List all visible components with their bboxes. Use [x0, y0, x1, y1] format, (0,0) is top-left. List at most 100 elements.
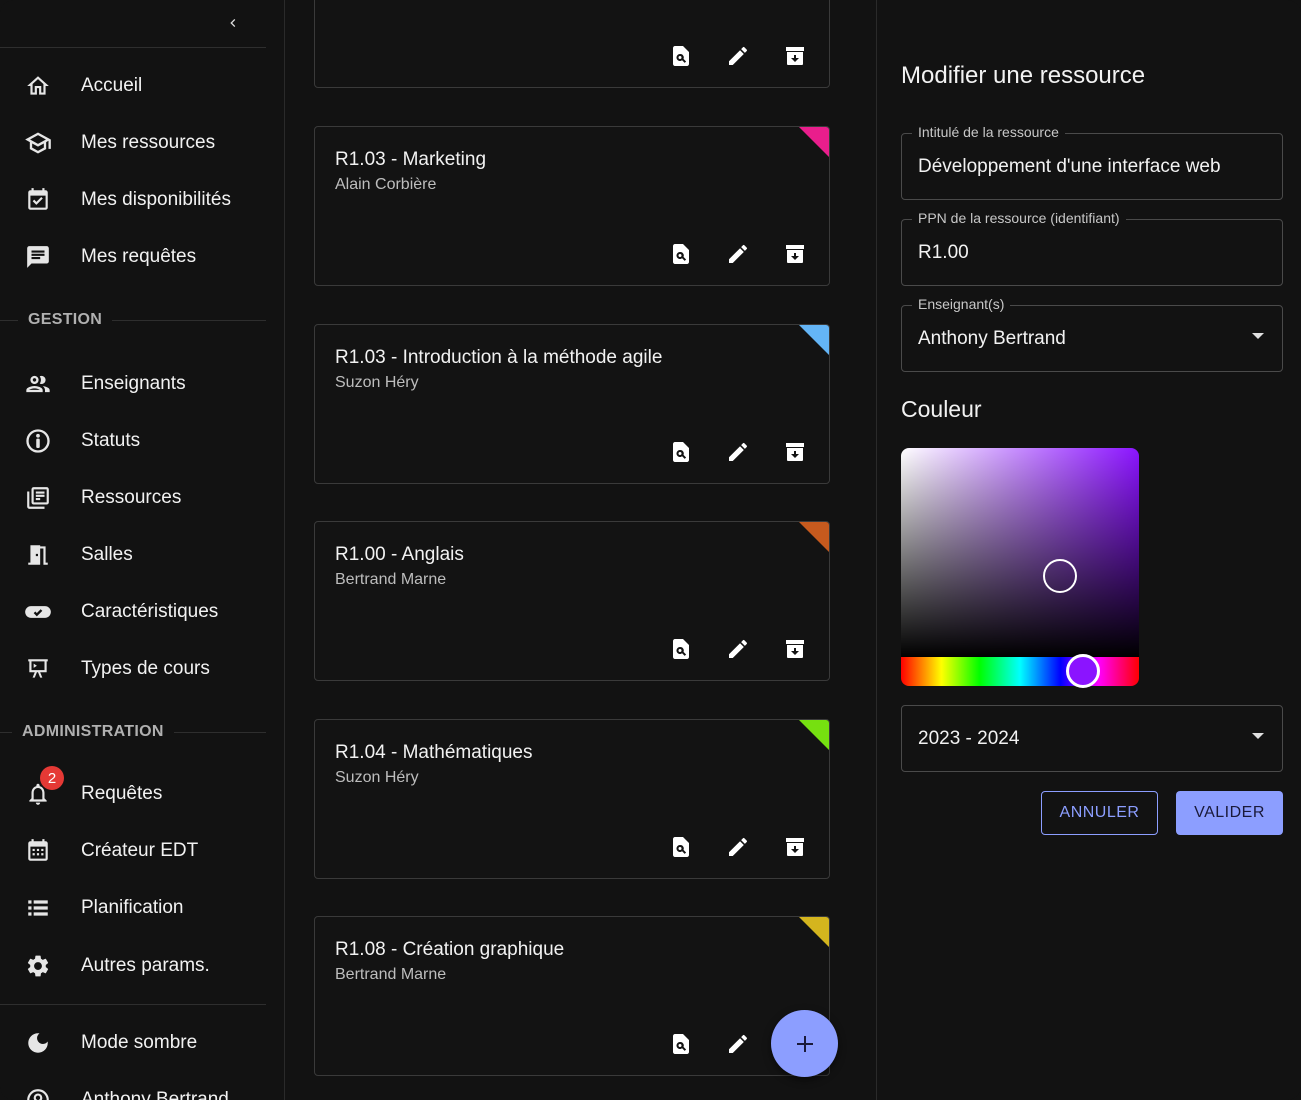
school-icon [24, 129, 52, 157]
cancel-button[interactable]: ANNULER [1041, 791, 1158, 835]
archive-icon [786, 838, 804, 856]
app-window: Accueil Mes ressources Mes disponibilité… [0, 0, 1301, 1100]
door-icon [24, 541, 52, 569]
preview-button[interactable] [667, 42, 695, 70]
resource-card: R1.03 - Marketing Alain Corbière [314, 126, 830, 286]
edit-button[interactable] [724, 635, 752, 663]
card-actions [667, 240, 809, 268]
sidebar-item-ressources[interactable]: Ressources [0, 472, 266, 524]
sidebar-item-mes-disponibilites[interactable]: Mes disponibilités [0, 174, 266, 226]
resource-card: R1.04 - Mathématiques Suzon Héry [314, 719, 830, 879]
edit-button[interactable] [724, 1030, 752, 1058]
card-teacher: Suzon Héry [335, 769, 419, 786]
sidebar-item-profile[interactable]: Anthony Bertrand [0, 1074, 266, 1100]
archive-button[interactable] [781, 42, 809, 70]
sidebar-item-label: Mes requêtes [81, 246, 197, 267]
sidebar-item-autres-params[interactable]: Autres params. [0, 940, 266, 992]
file-search-icon [673, 639, 689, 659]
person-circle-icon [24, 427, 52, 455]
sidebar-item-label: Requêtes [81, 783, 163, 804]
card-actions [667, 1030, 752, 1058]
ppn-field[interactable]: PPN de la ressource (identifiant) R1.00 [901, 210, 1283, 286]
resource-card: R1.08 - Création graphique Bertrand Marn… [314, 916, 830, 1076]
sidebar-item-label: Mode sombre [81, 1032, 198, 1053]
preview-button[interactable] [667, 438, 695, 466]
library-books-icon [24, 484, 52, 512]
intitule-label: Intitulé de la ressource [912, 124, 1065, 140]
account-circle-icon [24, 1086, 52, 1100]
sidebar-item-label: Mes disponibilités [81, 189, 231, 210]
archive-button[interactable] [781, 833, 809, 861]
archive-button[interactable] [781, 438, 809, 466]
sidebar-item-mes-requetes[interactable]: Mes requêtes [0, 231, 266, 283]
edit-button[interactable] [724, 833, 752, 861]
sidebar-item-accueil[interactable]: Accueil [0, 60, 266, 112]
sidebar-item-requetes[interactable]: 2 Requêtes [0, 766, 266, 820]
card-teacher: Suzon Héry [335, 374, 419, 391]
hue-slider[interactable] [901, 657, 1139, 686]
hue-handle[interactable] [1066, 654, 1100, 688]
saturation-handle[interactable] [1043, 559, 1077, 593]
archive-button[interactable] [781, 240, 809, 268]
sidebar-item-planification[interactable]: Planification [0, 882, 266, 934]
pencil-icon [729, 1034, 748, 1053]
annee-select[interactable]: 2023 - 2024 [901, 705, 1283, 772]
calendar-grid-icon [24, 837, 52, 865]
sidebar-item-label: Salles [81, 544, 133, 565]
section-header-gestion: GESTION [0, 308, 266, 332]
color-picker [901, 448, 1139, 688]
sidebar-item-createur-edt[interactable]: Créateur EDT [0, 825, 266, 877]
sidebar-item-types-de-cours[interactable]: Types de cours [0, 643, 266, 695]
color-corner [799, 522, 829, 552]
card-title: R1.04 - Mathématiques [335, 742, 533, 763]
moon-icon [24, 1029, 52, 1057]
sidebar-item-label: Enseignants [81, 373, 186, 394]
plus-icon [796, 1035, 813, 1052]
preview-button[interactable] [667, 240, 695, 268]
sidebar-item-salles[interactable]: Salles [0, 529, 266, 581]
pencil-icon [729, 442, 748, 461]
saturation-area[interactable] [901, 448, 1139, 657]
card-title: R1.00 - Anglais [335, 544, 464, 565]
sidebar-item-label: Caractéristiques [81, 601, 219, 622]
card-teacher: Bertrand Marne [335, 966, 447, 983]
archive-icon [786, 47, 804, 65]
archive-icon [786, 640, 804, 658]
preview-button[interactable] [667, 833, 695, 861]
section-line [112, 319, 266, 321]
edit-button[interactable] [724, 42, 752, 70]
sidebar-item-label: Planification [81, 897, 184, 918]
intitule-field[interactable]: Intitulé de la ressource Développement d… [901, 124, 1283, 200]
section-title: GESTION [28, 311, 103, 328]
edit-resource-panel: Modifier une ressource Intitulé de la re… [876, 0, 1301, 1100]
sidebar-item-caracteristiques[interactable]: Caractéristiques [0, 586, 266, 638]
sidebar-item-enseignants[interactable]: Enseignants [0, 358, 266, 410]
presentation-icon [24, 655, 52, 683]
sidebar-divider [0, 1004, 266, 1005]
card-actions [667, 833, 809, 861]
collapse-sidebar-button[interactable] [220, 10, 246, 36]
pencil-icon [729, 46, 748, 65]
card-title: R1.03 - Marketing [335, 149, 487, 170]
sidebar-item-mes-ressources[interactable]: Mes ressources [0, 117, 266, 169]
ppn-value: R1.00 [918, 242, 969, 263]
edit-button[interactable] [724, 438, 752, 466]
color-corner [799, 325, 829, 355]
sidebar-item-mode-sombre[interactable]: Mode sombre [0, 1017, 266, 1069]
card-title: R1.03 - Introduction à la méthode agile [335, 347, 663, 368]
archive-icon [786, 245, 804, 263]
card-teacher: Bertrand Marne [335, 571, 447, 588]
edit-button[interactable] [724, 240, 752, 268]
enseignant-select[interactable]: Enseignant(s) Anthony Bertrand [901, 296, 1283, 372]
validate-button[interactable]: VALIDER [1176, 791, 1283, 835]
notification-badge: 2 [40, 766, 64, 790]
preview-button[interactable] [667, 635, 695, 663]
dropdown-arrow-icon [1252, 733, 1264, 739]
sidebar-item-label: Ressources [81, 487, 182, 508]
sidebar-item-statuts[interactable]: Statuts [0, 415, 266, 467]
archive-button[interactable] [781, 635, 809, 663]
preview-button[interactable] [667, 1030, 695, 1058]
card-title: R1.08 - Création graphique [335, 939, 565, 960]
sidebar-item-label: Autres params. [81, 955, 210, 976]
add-resource-button[interactable] [771, 1010, 838, 1077]
